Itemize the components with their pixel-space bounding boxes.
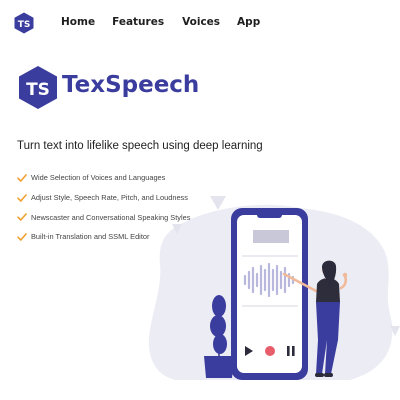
feature-item: Newscaster and Conversational Speaking S… xyxy=(17,207,190,227)
logo-initials: TS xyxy=(18,20,31,30)
nav-voices[interactable]: Voices xyxy=(182,16,220,28)
check-icon xyxy=(17,174,27,182)
decor-triangle xyxy=(390,326,400,336)
nav-app[interactable]: App xyxy=(237,16,260,28)
check-icon xyxy=(17,193,27,202)
feature-item: Adjust Style, Speech Rate, Pitch, and Lo… xyxy=(17,188,190,208)
nav-home[interactable]: Home xyxy=(61,16,95,28)
feature-label: Newscaster and Conversational Speaking S… xyxy=(31,212,191,222)
feature-item: Wide Selection of Voices and Languages xyxy=(17,168,190,188)
nav-features[interactable]: Features xyxy=(112,16,164,28)
pause-icon[interactable] xyxy=(287,346,295,356)
check-icon xyxy=(17,233,27,241)
feature-label: Wide Selection of Voices and Languages xyxy=(31,173,166,183)
decor-triangle xyxy=(210,196,226,210)
feature-label: Built-in Translation and SSML Editor xyxy=(31,232,150,242)
tagline: Turn text into lifelike speech using dee… xyxy=(17,140,263,152)
main-nav: Home Features Voices App xyxy=(61,16,260,28)
check-icon xyxy=(17,213,27,222)
brand-name: TexSpeech xyxy=(62,72,200,98)
logo-icon[interactable]: TS xyxy=(14,12,34,34)
brand-initials: TS xyxy=(26,80,50,100)
woman-illustration xyxy=(282,260,348,377)
brand-logo-icon: TS xyxy=(19,66,57,109)
plant-illustration xyxy=(204,295,234,378)
record-icon[interactable] xyxy=(265,346,275,356)
waveform xyxy=(243,262,295,298)
feature-list: Wide Selection of Voices and Languages A… xyxy=(17,168,190,247)
feature-item: Built-in Translation and SSML Editor xyxy=(17,227,190,247)
feature-label: Adjust Style, Speech Rate, Pitch, and Lo… xyxy=(31,193,188,203)
play-icon[interactable] xyxy=(245,346,253,356)
